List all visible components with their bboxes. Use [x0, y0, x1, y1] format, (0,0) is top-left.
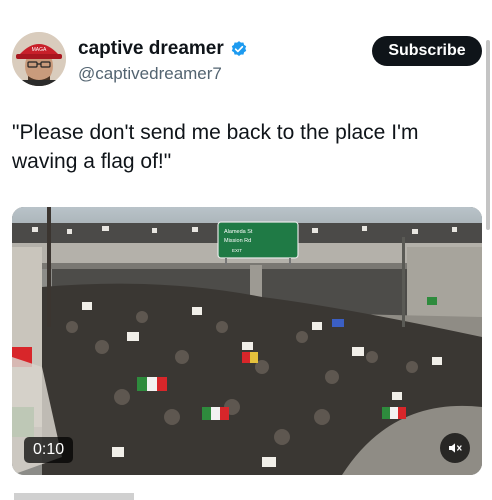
scrollbar[interactable] — [486, 40, 490, 230]
handle[interactable]: @captivedreamer7 — [78, 64, 248, 84]
sign-line-3: EXIT — [232, 248, 242, 253]
svg-text:MAGA: MAGA — [32, 47, 47, 53]
avatar[interactable]: MAGA — [12, 32, 66, 86]
author-names: captive dreamer @captivedreamer7 — [78, 38, 248, 84]
video-frame-protest-freeway: Alameda St Mission Rd EXIT — [12, 207, 482, 475]
video-player[interactable]: Alameda St Mission Rd EXIT 0:10 — [12, 207, 482, 475]
profile-avatar-red-cap-icon: MAGA — [12, 32, 66, 86]
subscribe-button[interactable]: Subscribe — [372, 36, 482, 66]
display-name[interactable]: captive dreamer — [78, 38, 224, 60]
mute-button[interactable] — [440, 433, 470, 463]
speaker-muted-icon — [449, 443, 462, 453]
post-text: "Please don't send me back to the place … — [12, 121, 419, 173]
post-header: MAGA captive dreamer @captivedreamer7 Su… — [12, 32, 482, 92]
next-item-peek — [14, 484, 214, 500]
display-name-row: captive dreamer — [78, 38, 248, 60]
video-duration-badge: 0:10 — [24, 437, 74, 463]
sign-line-2: Mission Rd — [224, 238, 251, 244]
sign-line-1: Alameda St — [224, 229, 253, 235]
verified-badge-icon — [230, 40, 248, 58]
